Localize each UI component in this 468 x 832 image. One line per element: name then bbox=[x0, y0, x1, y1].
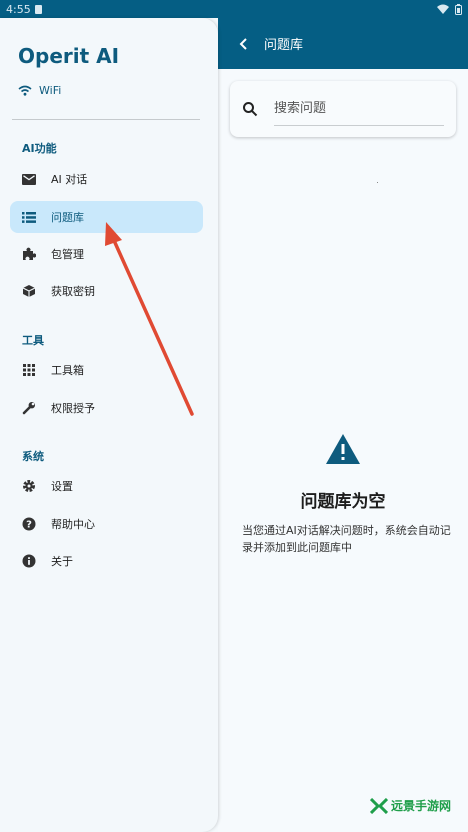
search-input[interactable] bbox=[274, 101, 444, 116]
nav-item-label: 关于 bbox=[51, 555, 73, 568]
sim-card-icon bbox=[34, 4, 42, 14]
annotation-arrow bbox=[105, 222, 194, 416]
svg-text:?: ? bbox=[26, 520, 32, 531]
search-icon bbox=[243, 102, 258, 117]
empty-state-title: 问题库为空 bbox=[300, 492, 386, 512]
watermark-text: 远景手游网 bbox=[391, 799, 452, 813]
app-name: Operit AI bbox=[18, 44, 120, 68]
section-header-ai: AI功能 bbox=[22, 142, 57, 155]
status-bar: 4:55 bbox=[0, 0, 468, 18]
search-card bbox=[230, 81, 456, 137]
search-field bbox=[274, 92, 444, 126]
nav-item-label: 问题库 bbox=[51, 211, 84, 224]
watermark: 远景手游网 bbox=[370, 797, 451, 814]
nav-item-ai-chat[interactable]: AI 对话 bbox=[10, 163, 203, 195]
warning-icon bbox=[326, 434, 360, 464]
question-bank-screen: 问题库为空 当您通过AI对话解决问题时，系统会自动记录并添加到此问题库中 bbox=[218, 69, 468, 832]
list-icon bbox=[21, 209, 37, 225]
info-icon bbox=[21, 553, 37, 569]
nav-item-label: 设置 bbox=[51, 480, 73, 493]
empty-state-description: 当您通过AI对话解决问题时，系统会自动记录并添加到此问题库中 bbox=[242, 524, 451, 554]
help-icon: ? bbox=[21, 516, 37, 532]
gear-icon bbox=[21, 478, 37, 494]
puzzle-icon bbox=[21, 246, 37, 262]
drawer-divider bbox=[12, 119, 200, 120]
nav-item-label: 包管理 bbox=[51, 248, 84, 261]
mail-icon bbox=[21, 171, 37, 187]
network-status: WiFi bbox=[18, 84, 61, 97]
battery-icon bbox=[455, 3, 462, 15]
navigation-drawer: Operit AI WiFi AI功能 AI 对话 问题库 包管理 获取密钥 工… bbox=[0, 18, 218, 832]
nav-item-settings[interactable]: 设置 bbox=[10, 470, 203, 502]
wifi-status-icon bbox=[437, 4, 449, 14]
empty-state: 问题库为空 当您通过AI对话解决问题时，系统会自动记录并添加到此问题库中 bbox=[218, 433, 468, 556]
nav-item-label: AI 对话 bbox=[51, 173, 88, 186]
nav-item-about[interactable]: 关于 bbox=[10, 545, 203, 577]
cube-icon bbox=[21, 283, 37, 299]
page-title: 问题库 bbox=[264, 38, 304, 53]
nav-item-label: 获取密钥 bbox=[51, 285, 95, 298]
nav-item-label: 工具箱 bbox=[51, 364, 84, 377]
nav-item-label: 权限授予 bbox=[51, 402, 95, 415]
wrench-icon bbox=[21, 400, 37, 416]
grid-icon bbox=[21, 362, 37, 378]
back-button[interactable] bbox=[234, 34, 254, 54]
watermark-logo-icon bbox=[370, 797, 388, 814]
nav-item-label: 帮助中心 bbox=[51, 518, 95, 531]
section-header-tools: 工具 bbox=[22, 334, 44, 347]
section-header-system: 系统 bbox=[22, 450, 44, 463]
status-time: 4:55 bbox=[6, 2, 31, 16]
chevron-left-icon bbox=[239, 37, 247, 50]
top-app-bar: 问题库 bbox=[218, 18, 468, 69]
network-label: WiFi bbox=[39, 84, 62, 97]
loading-dot bbox=[377, 182, 378, 183]
nav-item-help[interactable]: ? 帮助中心 bbox=[10, 508, 203, 540]
wifi-icon bbox=[18, 85, 32, 96]
